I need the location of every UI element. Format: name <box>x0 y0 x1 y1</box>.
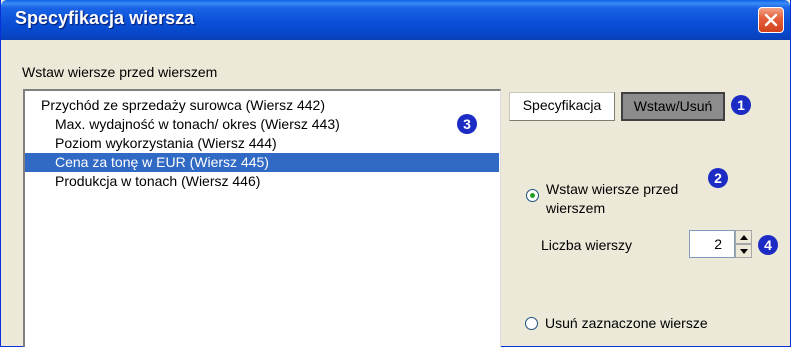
row-count-input[interactable]: 2 <box>689 230 735 258</box>
callout-badge-4: 4 <box>758 235 778 255</box>
spin-down-button[interactable] <box>735 244 752 258</box>
window-title: Specyfikacja wiersza <box>15 8 195 28</box>
list-item[interactable]: Przychód ze sprzedaży surowca (Wiersz 44… <box>25 96 325 115</box>
tab-insert-delete[interactable]: Wstaw/Usuń <box>621 92 725 121</box>
close-icon <box>764 13 778 27</box>
callout-badge-2: 2 <box>708 168 728 188</box>
list-item[interactable]: Poziom wykorzystania (Wiersz 444) <box>25 134 277 153</box>
insert-rows-radio[interactable] <box>526 189 539 202</box>
arrow-up-icon <box>739 234 748 240</box>
callout-badge-3: 3 <box>457 114 477 134</box>
rows-listbox[interactable]: Przychód ze sprzedaży surowca (Wiersz 44… <box>23 89 501 347</box>
title-bar[interactable]: Specyfikacja wiersza <box>1 0 790 40</box>
delete-rows-label[interactable]: Usuń zaznaczone wiersze <box>545 314 708 333</box>
list-label: Wstaw wiersze przed wierszem <box>22 64 218 80</box>
arrow-down-icon <box>739 248 748 254</box>
delete-rows-radio[interactable] <box>525 317 538 330</box>
list-item[interactable]: Produkcja w tonach (Wiersz 446) <box>25 172 260 191</box>
close-button[interactable] <box>758 7 784 33</box>
row-specification-dialog: Specyfikacja wiersza Wstaw wiersze przed… <box>0 0 791 347</box>
list-item-selected[interactable]: Cena za tonę w EUR (Wiersz 445) <box>25 153 499 172</box>
tab-specification[interactable]: Specyfikacja <box>509 92 615 121</box>
list-item[interactable]: Max. wydajność w tonach/ okres (Wiersz 4… <box>25 115 340 134</box>
insert-rows-label[interactable]: Wstaw wiersze przed wierszem <box>546 180 716 218</box>
spin-up-button[interactable] <box>735 230 752 244</box>
callout-badge-1: 1 <box>731 95 751 115</box>
row-count-label: Liczba wierszy <box>541 237 633 253</box>
row-count-spinner[interactable] <box>735 230 752 258</box>
